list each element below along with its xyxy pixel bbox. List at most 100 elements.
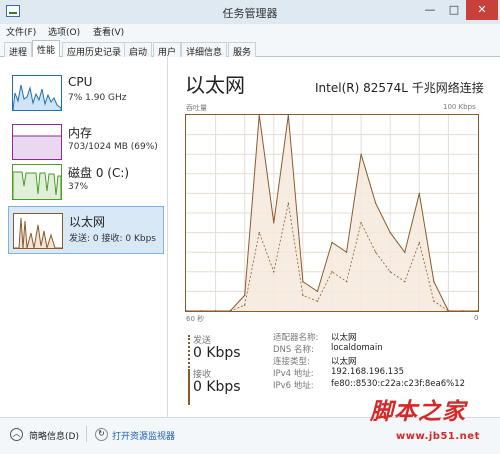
resource-sidebar: CPU 7% 1.90 GHz 内存 703/1024 MB (69%) 磁盘 … — [0, 57, 168, 417]
receive-stat: 接收 0 Kbps — [185, 367, 263, 407]
sidebar-item-name: CPU — [68, 75, 93, 89]
receive-data-point — [433, 280, 435, 283]
property-key: 适配器名称: — [273, 333, 319, 343]
receive-legend-line — [188, 369, 190, 405]
property-row: IPv4 地址: 192.168.196.135 — [273, 367, 493, 379]
send-data-point — [447, 310, 450, 311]
x-axis-left-label: 60 秒 — [186, 315, 205, 323]
send-data-point — [258, 231, 260, 234]
receive-data-point — [331, 241, 333, 244]
ethernet-thumbnail-graph — [13, 213, 63, 249]
maximize-button[interactable]: □ — [442, 0, 466, 20]
send-data-point — [345, 280, 348, 283]
sidebar-item-cpu[interactable]: CPU 7% 1.90 GHz — [8, 69, 164, 117]
sidebar-item-disk[interactable]: 磁盘 0 (C:) 37% — [8, 158, 164, 206]
send-data-point — [404, 280, 406, 283]
send-data-point — [331, 271, 333, 273]
menu-view[interactable]: 查看(V) — [93, 25, 124, 38]
send-data-point — [389, 271, 391, 273]
send-data-point — [316, 300, 319, 302]
sidebar-item-subtitle: 发送: 0 接收: 0 Kbps — [69, 234, 156, 244]
close-button[interactable]: ✕ — [466, 0, 498, 20]
tab-users[interactable]: 用户 — [153, 42, 182, 58]
property-key: IPv6 地址: — [273, 381, 314, 391]
sidebar-item-subtitle: 7% 1.90 GHz — [68, 93, 127, 103]
send-data-point — [302, 294, 304, 297]
sidebar-item-subtitle: 37% — [68, 182, 89, 192]
performance-panel: CPU 7% 1.90 GHz 内存 703/1024 MB (69%) 磁盘 … — [0, 57, 500, 417]
fewer-details-button[interactable]: 简略信息(D) — [29, 429, 79, 442]
send-data-point — [200, 310, 202, 311]
watermark-url: www.jb51.net — [396, 431, 480, 442]
adapter-name: Intel(R) 82574L 千兆网络连接 — [315, 81, 484, 95]
send-data-point — [186, 310, 188, 311]
tab-processes[interactable]: 进程 — [4, 42, 33, 58]
send-data-point — [418, 241, 421, 244]
receive-data-point — [374, 202, 377, 204]
minimize-button[interactable]: — — [418, 0, 442, 20]
detail-title: 以太网 — [185, 73, 245, 97]
sidebar-item-name: 内存 — [68, 126, 93, 140]
title-bar: 任务管理器 — □ ✕ — [0, 0, 500, 24]
menu-bar: 文件(F) 选项(O) 查看(V) — [0, 24, 500, 39]
send-data-point — [433, 300, 435, 302]
property-value: 以太网 — [331, 333, 357, 343]
send-data-point — [360, 222, 362, 224]
menu-options[interactable]: 选项(O) — [48, 25, 80, 38]
property-key: 连接类型: — [273, 357, 310, 367]
receive-data-point — [418, 192, 421, 195]
property-key: DNS 名称: — [273, 345, 314, 355]
graph-max-label: 100 Kbps — [443, 103, 476, 111]
open-resource-monitor-link[interactable]: 打开资源监视器 — [112, 429, 175, 442]
status-divider — [86, 426, 87, 442]
property-value: localdomain — [331, 343, 383, 353]
menu-file[interactable]: 文件(F) — [6, 25, 36, 38]
send-data-point — [462, 310, 464, 311]
receive-data-point — [302, 280, 304, 283]
chevron-up-icon[interactable]: ︿ — [10, 428, 23, 441]
send-data-point — [374, 251, 377, 253]
receive-data-point — [273, 222, 275, 224]
x-axis-right-label: 0 — [474, 314, 479, 322]
tab-bar: 进程 性能 应用历史记录 启动 用户 详细信息 服务 — [0, 39, 500, 58]
disk-thumbnail-graph — [12, 164, 62, 200]
resource-monitor-icon[interactable]: ↻ — [95, 428, 108, 441]
sidebar-item-name: 以太网 — [69, 215, 106, 229]
sidebar-item-ethernet[interactable]: 以太网 发送: 0 接收: 0 Kbps — [8, 206, 164, 254]
send-data-point — [273, 271, 275, 273]
tab-services[interactable]: 服务 — [228, 42, 257, 58]
receive-data-point — [389, 231, 391, 234]
receive-data-point — [345, 251, 348, 253]
throughput-chart — [185, 114, 479, 312]
throughput-label: 吞吐量 — [186, 104, 207, 112]
sidebar-item-name: 磁盘 0 (C:) — [68, 166, 130, 180]
send-data-point — [287, 202, 290, 204]
sidebar-item-subtitle: 703/1024 MB (69%) — [68, 142, 158, 152]
property-value: fe80::8530:c22a:c23f:8ea6%12 — [331, 379, 466, 389]
memory-thumbnail-graph — [12, 124, 62, 160]
property-row: IPv6 地址: fe80::8530:c22a:c23f:8ea6%12 — [273, 379, 493, 391]
property-row: 连接类型: 以太网 — [273, 355, 493, 367]
property-value: 192.168.196.135 — [331, 367, 405, 377]
tab-details[interactable]: 详细信息 — [181, 42, 228, 58]
send-data-point — [243, 304, 246, 306]
receive-data-point — [243, 294, 246, 297]
cpu-thumbnail-graph — [12, 75, 62, 111]
receive-data-point — [287, 115, 290, 116]
send-value: 0 Kbps — [193, 345, 241, 361]
tab-app-history[interactable]: 应用历史记录 — [62, 42, 127, 58]
send-data-point — [476, 310, 478, 311]
tab-startup[interactable]: 启动 — [124, 42, 153, 58]
property-value: 以太网 — [331, 357, 357, 367]
receive-data-point — [258, 115, 260, 116]
send-data-point — [229, 310, 231, 311]
receive-data-point — [360, 153, 362, 155]
receive-value: 0 Kbps — [193, 379, 241, 395]
tab-performance[interactable]: 性能 — [32, 40, 61, 58]
property-row: 适配器名称: 以太网 — [273, 331, 493, 343]
property-key: IPv4 地址: — [273, 369, 314, 379]
receive-data-point — [316, 290, 319, 293]
receive-data-point — [404, 251, 406, 253]
watermark-logo: 脚本之家 — [370, 399, 466, 425]
send-data-point — [214, 310, 217, 311]
